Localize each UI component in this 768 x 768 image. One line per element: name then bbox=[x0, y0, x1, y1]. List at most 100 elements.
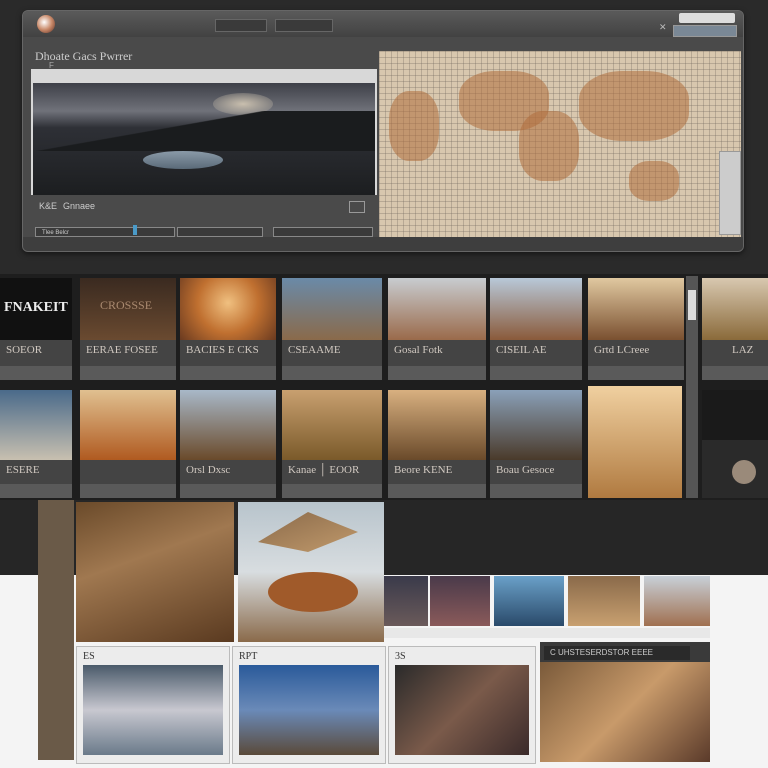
tile-bar bbox=[0, 484, 72, 498]
grid-tile[interactable]: FNAKEIT SOEOR bbox=[0, 278, 72, 380]
left-image-strip[interactable] bbox=[38, 500, 74, 760]
tile-caption: CISEIL AE bbox=[496, 344, 547, 356]
grid-tile[interactable]: BACIES E CKS bbox=[180, 278, 276, 380]
grid-tile[interactable]: Kanae │ EOOR bbox=[282, 390, 382, 498]
tile-bar bbox=[180, 366, 276, 380]
control-button-2[interactable] bbox=[149, 197, 179, 215]
grid-tile[interactable]: Orsl Dxsc bbox=[180, 390, 276, 498]
tile-image bbox=[0, 390, 72, 460]
tile-bar bbox=[388, 484, 486, 498]
grid-tile[interactable] bbox=[80, 390, 176, 498]
dining-room-image[interactable] bbox=[76, 502, 234, 642]
map-landmass bbox=[519, 111, 579, 181]
tile-caption: Boau Gesoce bbox=[496, 464, 555, 476]
map-landmass bbox=[629, 161, 679, 201]
eagle-nest bbox=[268, 572, 358, 612]
tile-bar bbox=[282, 366, 382, 380]
tile-bar bbox=[702, 366, 768, 380]
control-button-3[interactable] bbox=[207, 197, 237, 215]
grid-tile[interactable]: ESERE bbox=[0, 390, 72, 498]
tile-bar bbox=[282, 484, 382, 498]
control-button-1[interactable]: K&E bbox=[39, 197, 63, 215]
tile-image bbox=[282, 278, 382, 340]
map-side-toolbar[interactable] bbox=[719, 151, 741, 235]
tile-bar bbox=[180, 484, 276, 498]
tile-image bbox=[180, 390, 276, 460]
duration-field[interactable] bbox=[273, 227, 373, 237]
grid-tile[interactable]: Beore KENE bbox=[388, 390, 486, 498]
world-map-panel[interactable] bbox=[379, 51, 741, 241]
tile-title: FNAKEIT bbox=[4, 300, 68, 315]
tile-image bbox=[702, 278, 768, 340]
grid-scroll-thumb[interactable] bbox=[688, 290, 696, 320]
avatar bbox=[732, 460, 756, 484]
tile-image bbox=[80, 390, 176, 460]
tile-caption: CSEAAME bbox=[288, 344, 341, 356]
grid-tile[interactable]: Boau Gesoce bbox=[490, 390, 582, 498]
tile-bar bbox=[388, 366, 486, 380]
grid-tile[interactable]: LAZ bbox=[702, 278, 768, 380]
tile-image bbox=[388, 390, 486, 460]
tile-caption: SOEOR bbox=[6, 344, 43, 356]
tile-bar bbox=[80, 484, 176, 498]
image-card[interactable]: 3S bbox=[388, 646, 536, 764]
card-header: RPT bbox=[239, 651, 258, 662]
small-thumbnail[interactable] bbox=[430, 576, 490, 626]
tile-caption: ESERE bbox=[6, 464, 40, 476]
seek-input[interactable]: Tlee Belcr bbox=[35, 227, 175, 237]
close-icon[interactable]: ✕ bbox=[659, 23, 667, 32]
image-card[interactable]: RPT bbox=[232, 646, 386, 764]
fullscreen-icon[interactable] bbox=[349, 201, 365, 213]
window-controls[interactable] bbox=[679, 13, 735, 23]
tile-bar bbox=[490, 484, 582, 498]
tile-caption: Orsl Dxsc bbox=[186, 464, 231, 476]
tile-image bbox=[588, 278, 684, 340]
tile-image bbox=[180, 278, 276, 340]
tile-caption: BACIES E CKS bbox=[186, 344, 259, 356]
title-tab-1[interactable] bbox=[215, 19, 267, 32]
tile-bar bbox=[490, 366, 582, 380]
small-thumbnail[interactable] bbox=[644, 576, 710, 626]
tile-caption: Beore KENE bbox=[394, 464, 453, 476]
map-landmass bbox=[579, 71, 689, 141]
status-bar bbox=[23, 237, 743, 251]
thumbnail-strip-bar bbox=[384, 628, 710, 638]
grid-tile[interactable] bbox=[588, 386, 682, 498]
editor-window: ✕ Dhoate Gacs Pwrrer F K&E Gnnaee Tlee B… bbox=[22, 10, 744, 252]
eagle-image[interactable] bbox=[238, 502, 384, 642]
tile-caption: LAZ bbox=[732, 344, 754, 356]
tile-image bbox=[702, 390, 768, 440]
title-bar: ✕ bbox=[23, 11, 743, 37]
tile-image bbox=[490, 390, 582, 460]
grid-tile[interactable]: CISEIL AE bbox=[490, 278, 582, 380]
playback-controls: K&E Gnnaee bbox=[31, 197, 377, 215]
tile-caption: Grtd LCreee bbox=[594, 344, 650, 356]
tile-caption: Kanae │ EOOR bbox=[288, 464, 360, 476]
image-card[interactable]: ES bbox=[76, 646, 230, 764]
tile-caption: EERAE FOSEE bbox=[86, 344, 158, 356]
title-tab-2[interactable] bbox=[275, 19, 333, 32]
small-thumbnail[interactable] bbox=[494, 576, 564, 626]
grid-tile[interactable] bbox=[702, 390, 768, 498]
preview-image[interactable] bbox=[33, 83, 375, 195]
card-image bbox=[83, 665, 223, 755]
eagle-wings bbox=[258, 512, 358, 552]
tile-bar bbox=[80, 366, 176, 380]
grid-tile[interactable]: Grtd LCreee bbox=[588, 278, 684, 380]
tile-caption: Gosal Fotk bbox=[394, 344, 443, 356]
grid-tile[interactable]: CROSSSE EERAE FOSEE bbox=[80, 278, 176, 380]
tile-bar bbox=[0, 366, 72, 380]
grid-tile[interactable]: Gosal Fotk bbox=[388, 278, 486, 380]
card-image bbox=[239, 665, 379, 755]
time-field[interactable] bbox=[177, 227, 263, 237]
grid-tile[interactable]: CSEAAME bbox=[282, 278, 382, 380]
preview-lake bbox=[143, 151, 223, 169]
tile-image bbox=[490, 278, 582, 340]
tile-image bbox=[588, 386, 682, 498]
wide-image-card[interactable]: C UHSTESERDSTOR EEEE bbox=[540, 642, 710, 762]
toolbar-field[interactable] bbox=[673, 25, 737, 37]
tile-title: CROSSSE bbox=[100, 298, 153, 312]
small-thumbnail[interactable] bbox=[568, 576, 640, 626]
small-thumbnail[interactable] bbox=[384, 576, 428, 626]
seek-knob[interactable] bbox=[133, 225, 137, 235]
